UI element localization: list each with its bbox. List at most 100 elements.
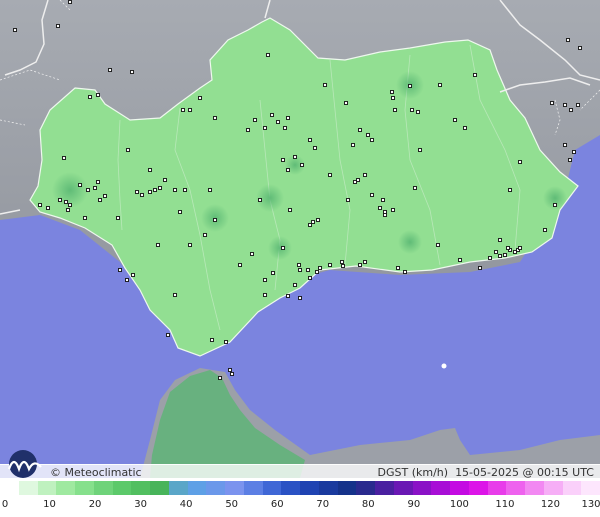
station-marker[interactable]: [228, 368, 232, 372]
station-marker[interactable]: [173, 188, 177, 192]
station-marker[interactable]: [316, 218, 320, 222]
station-marker[interactable]: [293, 155, 297, 159]
station-marker[interactable]: [263, 126, 267, 130]
station-marker[interactable]: [118, 268, 122, 272]
station-marker[interactable]: [569, 108, 573, 112]
station-marker[interactable]: [13, 28, 17, 32]
station-marker[interactable]: [410, 108, 414, 112]
station-marker[interactable]: [78, 183, 82, 187]
station-marker[interactable]: [553, 203, 557, 207]
station-marker[interactable]: [393, 108, 397, 112]
station-marker[interactable]: [178, 210, 182, 214]
station-marker[interactable]: [210, 338, 214, 342]
station-marker[interactable]: [300, 163, 304, 167]
station-marker[interactable]: [463, 126, 467, 130]
station-marker[interactable]: [130, 70, 134, 74]
station-marker[interactable]: [308, 223, 312, 227]
meteoclimatic-logo[interactable]: [3, 449, 47, 479]
station-marker[interactable]: [453, 118, 457, 122]
station-marker[interactable]: [213, 218, 217, 222]
station-marker[interactable]: [88, 95, 92, 99]
station-marker[interactable]: [340, 260, 344, 264]
station-marker[interactable]: [578, 46, 582, 50]
station-marker[interactable]: [323, 83, 327, 87]
station-marker[interactable]: [403, 270, 407, 274]
station-marker[interactable]: [353, 180, 357, 184]
station-marker[interactable]: [566, 38, 570, 42]
station-marker[interactable]: [513, 250, 517, 254]
station-marker[interactable]: [93, 186, 97, 190]
station-marker[interactable]: [250, 252, 254, 256]
station-marker[interactable]: [271, 271, 275, 275]
station-marker[interactable]: [381, 198, 385, 202]
station-marker[interactable]: [506, 246, 510, 250]
station-marker[interactable]: [498, 254, 502, 258]
station-marker[interactable]: [436, 243, 440, 247]
station-marker[interactable]: [198, 96, 202, 100]
station-marker[interactable]: [218, 376, 222, 380]
station-marker[interactable]: [358, 263, 362, 267]
station-marker[interactable]: [341, 264, 345, 268]
station-marker[interactable]: [64, 200, 68, 204]
station-marker[interactable]: [96, 93, 100, 97]
station-marker[interactable]: [383, 213, 387, 217]
station-wind-gust-map[interactable]: [0, 0, 600, 478]
station-marker[interactable]: [494, 250, 498, 254]
station-marker[interactable]: [188, 243, 192, 247]
station-marker[interactable]: [68, 0, 72, 4]
station-marker[interactable]: [508, 188, 512, 192]
station-marker[interactable]: [153, 188, 157, 192]
station-marker[interactable]: [356, 178, 360, 182]
station-marker[interactable]: [378, 206, 382, 210]
station-marker[interactable]: [370, 193, 374, 197]
station-marker[interactable]: [572, 150, 576, 154]
station-marker[interactable]: [328, 263, 332, 267]
station-marker[interactable]: [351, 143, 355, 147]
station-marker[interactable]: [103, 194, 107, 198]
station-marker[interactable]: [158, 186, 162, 190]
station-marker[interactable]: [308, 276, 312, 280]
station-marker[interactable]: [286, 168, 290, 172]
station-marker[interactable]: [288, 208, 292, 212]
station-marker[interactable]: [568, 158, 572, 162]
station-marker[interactable]: [148, 190, 152, 194]
station-marker[interactable]: [503, 253, 507, 257]
station-marker[interactable]: [286, 116, 290, 120]
station-marker[interactable]: [391, 96, 395, 100]
station-marker[interactable]: [306, 268, 310, 272]
station-marker[interactable]: [328, 173, 332, 177]
station-marker[interactable]: [246, 128, 250, 132]
station-marker[interactable]: [518, 246, 522, 250]
station-marker[interactable]: [213, 116, 217, 120]
station-marker[interactable]: [148, 168, 152, 172]
station-marker[interactable]: [46, 206, 50, 210]
station-marker[interactable]: [315, 270, 319, 274]
station-marker[interactable]: [83, 216, 87, 220]
station-marker[interactable]: [358, 128, 362, 132]
station-marker[interactable]: [276, 120, 280, 124]
station-marker[interactable]: [413, 186, 417, 190]
station-marker[interactable]: [38, 203, 42, 207]
station-marker[interactable]: [230, 372, 234, 376]
station-marker[interactable]: [498, 238, 502, 242]
station-marker[interactable]: [390, 90, 394, 94]
station-marker[interactable]: [563, 143, 567, 147]
station-marker[interactable]: [363, 173, 367, 177]
station-marker[interactable]: [58, 198, 62, 202]
station-marker[interactable]: [563, 103, 567, 107]
station-marker[interactable]: [344, 101, 348, 105]
station-marker[interactable]: [518, 160, 522, 164]
station-marker[interactable]: [543, 228, 547, 232]
station-marker[interactable]: [62, 156, 66, 160]
station-marker[interactable]: [281, 246, 285, 250]
station-marker[interactable]: [131, 273, 135, 277]
station-marker[interactable]: [66, 208, 70, 212]
station-marker[interactable]: [478, 266, 482, 270]
station-marker[interactable]: [126, 148, 130, 152]
station-marker[interactable]: [550, 101, 554, 105]
station-marker[interactable]: [208, 188, 212, 192]
station-marker[interactable]: [263, 293, 267, 297]
station-marker[interactable]: [298, 268, 302, 272]
station-marker[interactable]: [108, 68, 112, 72]
station-marker[interactable]: [258, 198, 262, 202]
